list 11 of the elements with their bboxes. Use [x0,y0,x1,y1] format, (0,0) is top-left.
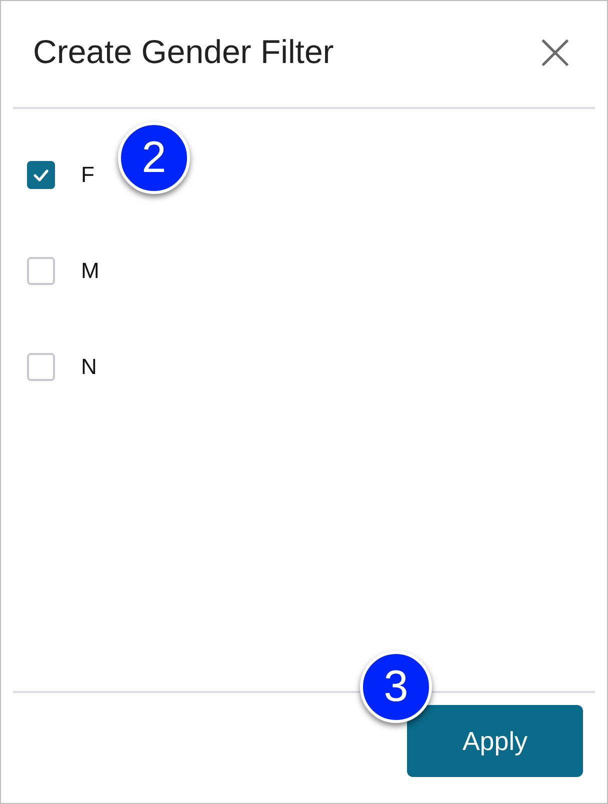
checkbox[interactable] [27,353,55,381]
apply-button[interactable]: Apply [407,705,583,777]
checkbox[interactable] [27,161,55,189]
dialog-title: Create Gender Filter [33,33,334,71]
step-badge: 3 [360,651,432,723]
step-badge: 2 [118,122,190,194]
option-label: F [81,162,94,188]
option-label: N [81,354,97,380]
checkbox[interactable] [27,257,55,285]
close-button[interactable]: × [533,26,577,78]
option-label: M [81,258,100,284]
